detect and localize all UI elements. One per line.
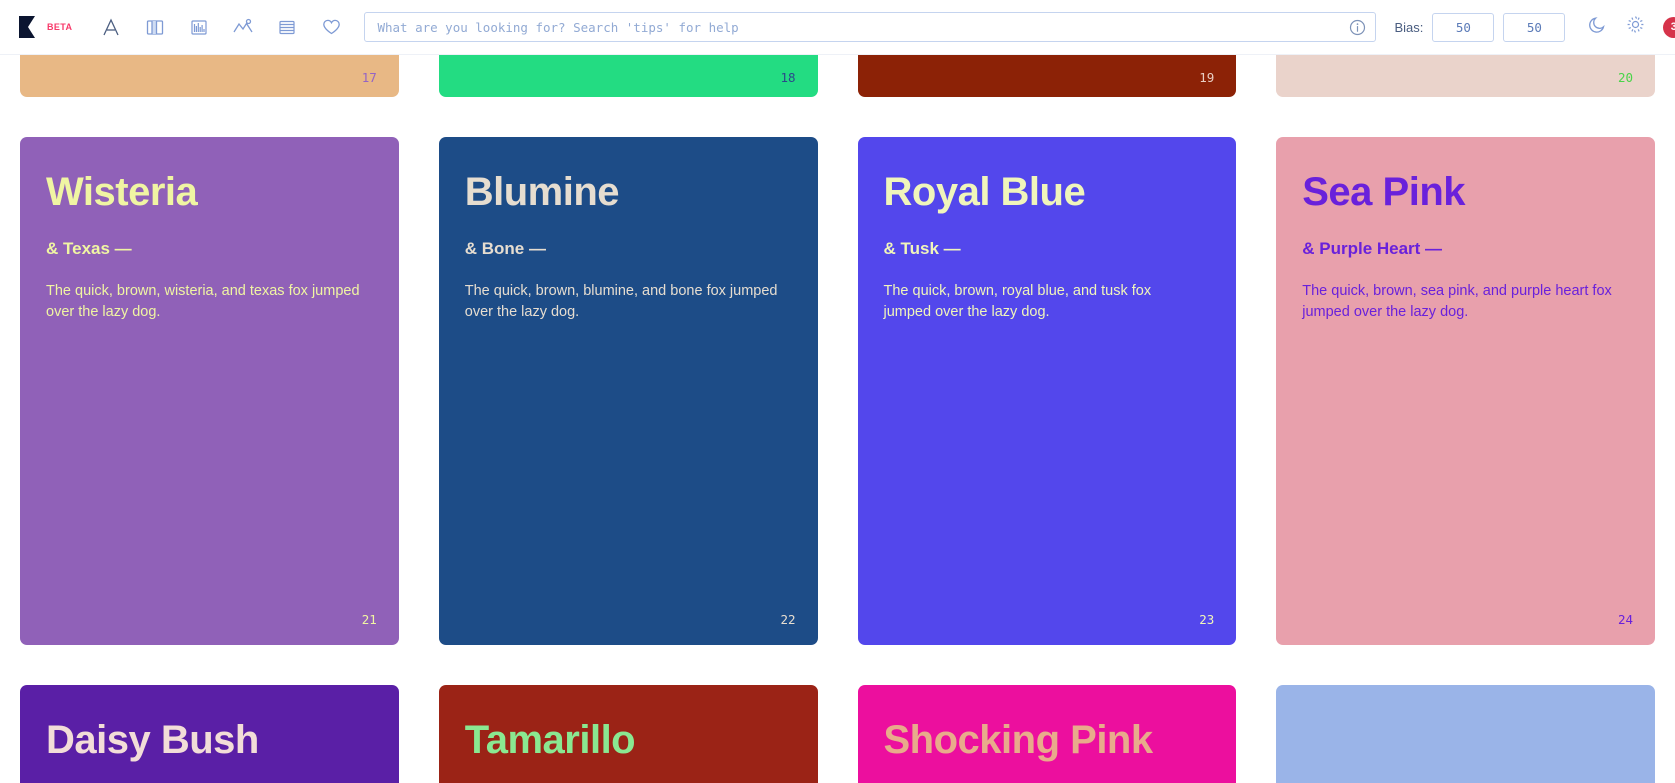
card-index-number: 21 — [361, 612, 377, 627]
color-card[interactable]: Tamarillo — [438, 685, 818, 783]
bias-controls: Bias: — [1394, 12, 1566, 42]
notification-badge[interactable]: 3 — [1663, 16, 1675, 38]
card-body-text: The quick, brown, royal blue, and tusk f… — [883, 283, 1152, 320]
bias-input-1[interactable] — [1432, 12, 1495, 42]
gear-icon[interactable] — [1625, 14, 1646, 40]
color-card[interactable]: Shocking Pink — [857, 685, 1237, 783]
bias-label: Bias: — [1394, 19, 1424, 35]
color-card[interactable]: 18 — [438, 55, 818, 97]
bar-chart-icon[interactable] — [184, 12, 214, 42]
card-body-text: The quick, brown, sea pink, and purple h… — [1302, 283, 1612, 320]
color-card[interactable]: 20 — [1276, 55, 1655, 97]
color-card[interactable]: 17 — [20, 55, 399, 97]
color-card[interactable]: Sea Pink & Purple Heart — The quick, brown… — [1276, 137, 1655, 645]
color-card[interactable]: Daisy Bush — [20, 685, 399, 783]
color-card[interactable]: Wisteria & Texas — The quick, brown, wiste… — [20, 137, 399, 645]
logo-flag-icon[interactable] — [18, 15, 40, 39]
search-box[interactable] — [364, 12, 1377, 42]
card-title: Sea Pink — [1302, 170, 1466, 214]
card-body-text: The quick, brown, wisteria, and texas fo… — [46, 283, 360, 320]
card-index-number: 23 — [1199, 612, 1215, 627]
brand[interactable]: BETA — [18, 15, 72, 39]
card-title: Tamarillo — [464, 718, 636, 762]
card-index-number: 17 — [361, 70, 377, 85]
info-icon[interactable] — [1349, 19, 1366, 36]
card-title: Daisy Bush — [46, 718, 259, 762]
color-card-grid: 17 18 19 20 Wisteria & Texas — The quick, brow… — [0, 55, 1675, 783]
favorite-heart-icon[interactable] — [316, 12, 346, 42]
card-index-number: 20 — [1617, 70, 1633, 85]
color-card[interactable]: Blumine & Bone — The quick, brown, blumine… — [438, 137, 818, 645]
toolbar-icon-group — [96, 12, 346, 42]
landscape-image-icon[interactable] — [228, 12, 258, 42]
card-grid-scroll-area[interactable]: 17 18 19 20 Wisteria & Texas — The quick, brow… — [0, 55, 1675, 783]
card-index-number: 24 — [1617, 612, 1633, 627]
color-card[interactable] — [1276, 685, 1655, 783]
card-title: Wisteria — [46, 170, 198, 214]
card-title: Shocking Pink — [883, 718, 1154, 762]
card-title: Blumine — [464, 170, 620, 214]
card-body-text: The quick, brown, blumine, and bone fox … — [464, 283, 778, 320]
typography-icon[interactable] — [96, 12, 126, 42]
beta-label: BETA — [47, 22, 73, 32]
dark-mode-moon-icon[interactable] — [1587, 14, 1608, 40]
search-input[interactable] — [365, 13, 1350, 41]
top-toolbar: BETA What are you looking for? Search 't… — [0, 0, 1675, 55]
split-panel-icon[interactable] — [140, 12, 170, 42]
card-subtitle: & Bone — — [464, 239, 546, 258]
card-title: Royal Blue — [883, 170, 1086, 214]
card-subtitle: & Tusk — — [883, 239, 961, 258]
card-subtitle: & Purple Heart — — [1302, 239, 1443, 258]
card-index-number: 18 — [780, 70, 796, 85]
color-card[interactable]: 19 — [857, 55, 1237, 97]
color-card[interactable]: Royal Blue & Tusk — The quick, brown, roya… — [857, 137, 1237, 645]
card-index-number: 19 — [1199, 70, 1215, 85]
card-subtitle: & Texas — — [46, 239, 132, 258]
card-index-number: 22 — [780, 612, 796, 627]
toolbar-right-icons: 3 — [1583, 14, 1675, 40]
table-rows-icon[interactable] — [272, 12, 302, 42]
search-area — [346, 12, 1394, 42]
bias-input-2[interactable] — [1503, 12, 1566, 42]
